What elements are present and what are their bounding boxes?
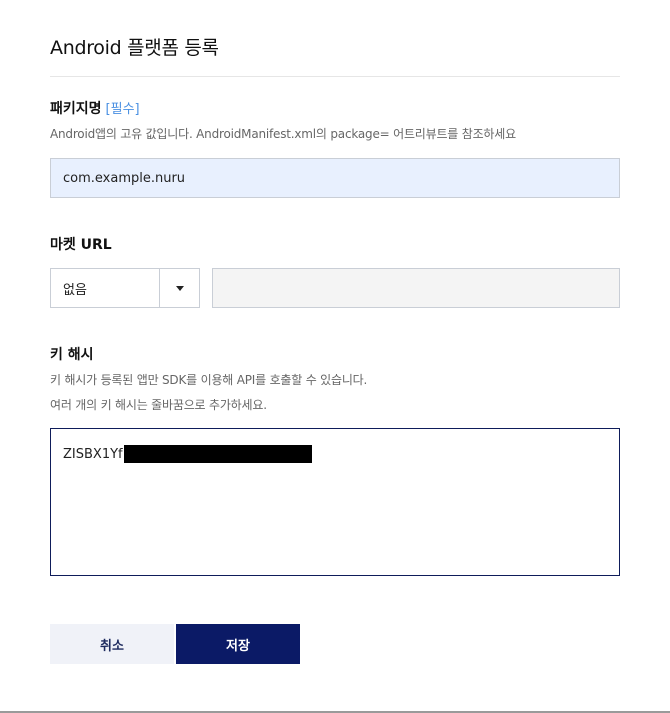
keyhash-help-line2: 여러 개의 키 해시는 줄바꿈으로 추가하세요.: [50, 398, 267, 412]
market-url-label: 마켓 URL: [50, 237, 112, 253]
title-divider: [50, 76, 620, 77]
keyhash-textarea[interactable]: ZISBX1Yf: [50, 428, 620, 576]
keyhash-value: ZISBX1Yf: [63, 446, 123, 462]
package-help-text: Android앱의 고유 값입니다. AndroidManifest.xml의 …: [50, 127, 516, 141]
cancel-button[interactable]: 취소: [50, 624, 174, 664]
keyhash-label: 키 해시: [50, 347, 94, 363]
keyhash-line: ZISBX1Yf: [63, 445, 607, 463]
save-button[interactable]: 저장: [176, 624, 300, 664]
platform-register-dialog: Android 플랫폼 등록 패키지명 [필수] Android앱의 고유 값입니…: [0, 0, 670, 713]
market-url-input[interactable]: [212, 268, 620, 308]
chevron-down-icon[interactable]: [159, 269, 199, 307]
market-select[interactable]: 없음: [50, 268, 200, 308]
dialog-title: Android 플랫폼 등록: [50, 37, 219, 59]
keyhash-help-line1: 키 해시가 등록된 앱만 SDK를 이용해 API를 호출할 수 있습니다.: [50, 373, 368, 387]
redaction-bar: [123, 445, 312, 463]
package-label-text: 패키지명: [50, 101, 102, 117]
package-name-input[interactable]: [50, 158, 620, 198]
required-badge: [필수]: [105, 102, 140, 117]
market-select-value: 없음: [63, 282, 87, 298]
package-label: 패키지명 [필수]: [50, 98, 140, 118]
